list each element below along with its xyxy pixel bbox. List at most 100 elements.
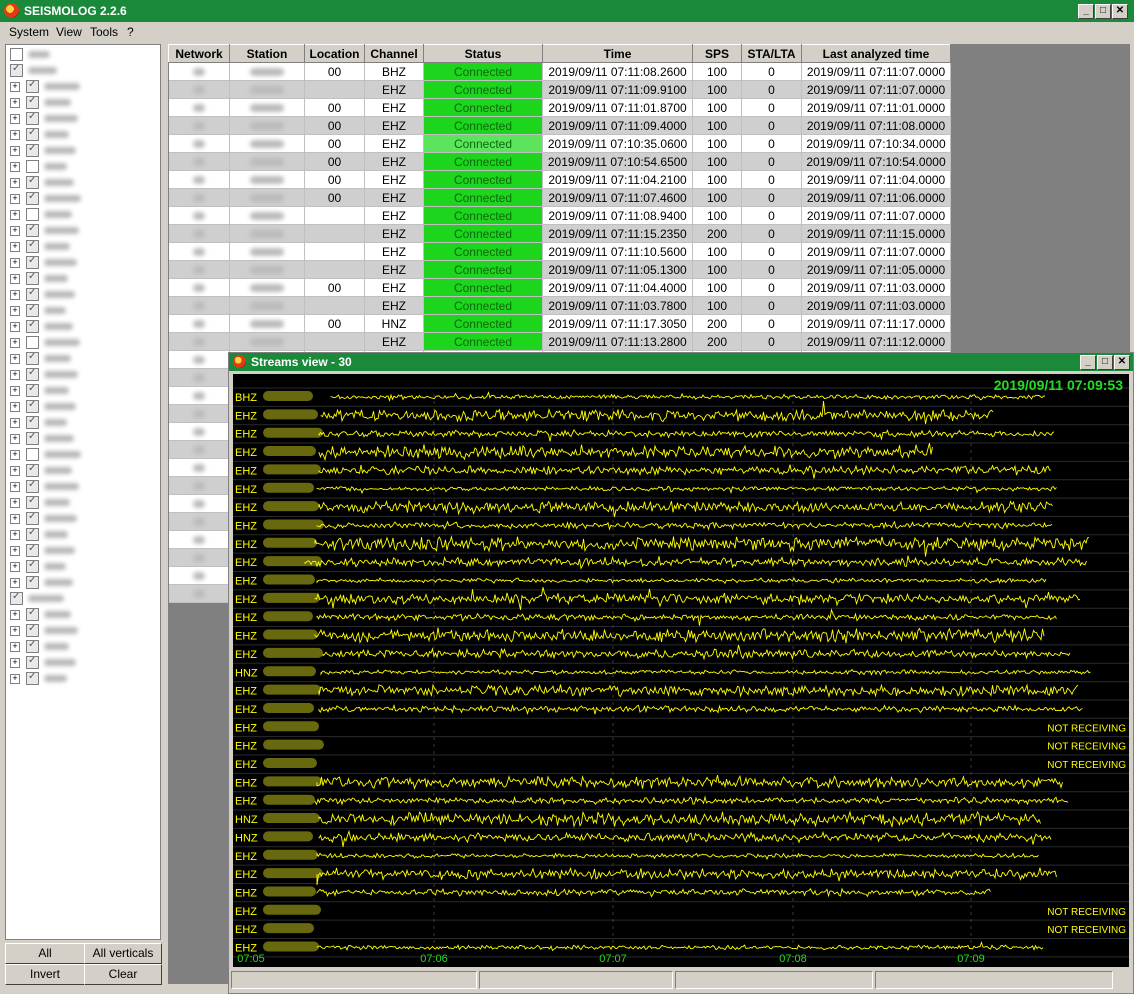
tree-checkbox[interactable] [26, 208, 39, 221]
tree-checkbox[interactable] [26, 623, 39, 637]
tree-checkbox[interactable] [26, 160, 39, 173]
table-row[interactable]: EHZ Connected 2019/09/11 07:11:08.9400 100 0… [168, 206, 951, 225]
col-station[interactable]: Station [229, 44, 305, 63]
tree-checkbox[interactable] [26, 575, 39, 589]
expand-icon[interactable]: + [10, 658, 20, 668]
expand-icon[interactable]: + [10, 274, 20, 284]
expand-icon[interactable]: + [10, 642, 20, 652]
table-row[interactable]: EHZ Connected 2019/09/11 07:11:03.7800 100 0… [168, 296, 951, 315]
col-status[interactable]: Status [423, 44, 543, 63]
tree-checkbox[interactable] [26, 79, 39, 93]
tree-checkbox[interactable] [26, 111, 39, 125]
tree-checkbox[interactable] [26, 671, 39, 685]
tree-item[interactable]: + [6, 95, 160, 110]
tree-item[interactable] [6, 591, 160, 606]
tree-checkbox[interactable] [26, 463, 39, 477]
tree-checkbox[interactable] [26, 95, 39, 109]
expand-icon[interactable]: + [10, 242, 20, 252]
tree-item[interactable]: + [6, 543, 160, 558]
expand-icon[interactable]: + [10, 674, 20, 684]
expand-icon[interactable]: + [10, 114, 20, 124]
tree-checkbox[interactable] [26, 175, 39, 189]
expand-icon[interactable]: + [10, 402, 20, 412]
tree-item[interactable]: + [6, 623, 160, 638]
tree-item[interactable]: + [6, 208, 160, 222]
tree-item[interactable]: + [6, 495, 160, 510]
table-row[interactable]: EHZ Connected 2019/09/11 07:11:10.5600 100 0… [168, 242, 951, 261]
col-last-analyzed[interactable]: Last analyzed time [801, 44, 951, 63]
expand-icon[interactable]: + [10, 130, 20, 140]
col-channel[interactable]: Channel [364, 44, 424, 63]
tree-checkbox[interactable] [26, 191, 39, 205]
tree-checkbox[interactable] [10, 48, 23, 61]
waveform-canvas[interactable]: BHZ EHZ EHZ EHZ EHZ EHZ EHZ EHZ EHZ EHZ EHZ EHZ EHZ E… [233, 374, 1129, 967]
col-network[interactable]: Network [168, 44, 230, 63]
table-row[interactable]: EHZ Connected 2019/09/11 07:11:13.2800 200 0… [168, 332, 951, 351]
streams-view-title-bar[interactable]: Streams view - 30 _ □ ✕ [229, 353, 1133, 371]
expand-icon[interactable]: + [10, 434, 20, 444]
tree-checkbox[interactable] [10, 63, 23, 77]
tree-checkbox[interactable] [26, 559, 39, 573]
tree-item[interactable]: + [6, 127, 160, 142]
expand-icon[interactable]: + [10, 530, 20, 540]
clear-selection-button[interactable]: Clear [84, 964, 162, 985]
tree-checkbox[interactable] [26, 143, 39, 157]
tree-item[interactable]: + [6, 639, 160, 654]
tree-item[interactable]: + [6, 351, 160, 366]
table-row[interactable]: EHZ Connected 2019/09/11 07:11:09.9100 100 0… [168, 80, 951, 99]
tree-item[interactable]: + [6, 111, 160, 126]
station-tree[interactable]: + + + + + + + + + + + + + + + + + + + + + + + + + + + + + + + + + + + + + [5, 44, 161, 940]
tree-item[interactable]: + [6, 143, 160, 158]
menu-system[interactable]: System [9, 25, 49, 39]
tree-item[interactable]: + [6, 255, 160, 270]
menu-tools[interactable]: Tools [90, 25, 118, 39]
expand-icon[interactable]: + [10, 146, 20, 156]
tree-checkbox[interactable] [26, 448, 39, 461]
app-title-bar[interactable]: SEISMOLOG 2.2.6 _ □ ✕ [0, 0, 1134, 22]
tree-item[interactable]: + [6, 463, 160, 478]
table-row[interactable]: 00 EHZ Connected 2019/09/11 07:11:04.4000 10… [168, 278, 951, 297]
tree-item[interactable]: + [6, 79, 160, 94]
tree-checkbox[interactable] [26, 495, 39, 509]
expand-icon[interactable]: + [10, 290, 20, 300]
expand-icon[interactable]: + [10, 338, 20, 348]
tree-checkbox[interactable] [26, 543, 39, 557]
tree-item[interactable]: + [6, 415, 160, 430]
expand-icon[interactable]: + [10, 466, 20, 476]
tree-item[interactable]: + [6, 448, 160, 462]
tree-checkbox[interactable] [26, 336, 39, 349]
tree-checkbox[interactable] [26, 383, 39, 397]
tree-item[interactable]: + [6, 559, 160, 574]
tree-checkbox[interactable] [26, 239, 39, 253]
col-stalta[interactable]: STA/LTA [741, 44, 802, 63]
expand-icon[interactable]: + [10, 418, 20, 428]
streams-minimize-icon[interactable]: _ [1080, 355, 1096, 370]
expand-icon[interactable]: + [10, 578, 20, 588]
table-row[interactable]: 00 EHZ Connected 2019/09/11 07:11:09.4000 10… [168, 116, 951, 135]
tree-checkbox[interactable] [26, 319, 39, 333]
expand-icon[interactable]: + [10, 322, 20, 332]
tree-item[interactable]: + [6, 160, 160, 174]
tree-item[interactable]: + [6, 271, 160, 286]
table-row[interactable]: EHZ Connected 2019/09/11 07:11:05.1300 100 0… [168, 260, 951, 279]
expand-icon[interactable]: + [10, 226, 20, 236]
tree-item[interactable]: + [6, 511, 160, 526]
expand-icon[interactable]: + [10, 306, 20, 316]
menu-view[interactable]: View [56, 25, 82, 39]
tree-item[interactable]: + [6, 607, 160, 622]
tree-checkbox[interactable] [26, 415, 39, 429]
tree-checkbox[interactable] [26, 351, 39, 365]
tree-checkbox[interactable] [26, 255, 39, 269]
select-all-button[interactable]: All [5, 943, 85, 964]
tree-checkbox[interactable] [26, 223, 39, 237]
menu-help[interactable]: ? [127, 25, 134, 39]
table-row[interactable]: 00 EHZ Connected 2019/09/11 07:11:01.8700 10… [168, 98, 951, 117]
tree-checkbox[interactable] [26, 399, 39, 413]
streams-maximize-icon[interactable]: □ [1097, 355, 1113, 370]
expand-icon[interactable]: + [10, 482, 20, 492]
tree-checkbox[interactable] [26, 127, 39, 141]
tree-item[interactable]: + [6, 303, 160, 318]
tree-item[interactable]: + [6, 479, 160, 494]
expand-icon[interactable]: + [10, 354, 20, 364]
table-row[interactable]: 00 EHZ Connected 2019/09/11 07:10:35.0600 10… [168, 134, 951, 153]
